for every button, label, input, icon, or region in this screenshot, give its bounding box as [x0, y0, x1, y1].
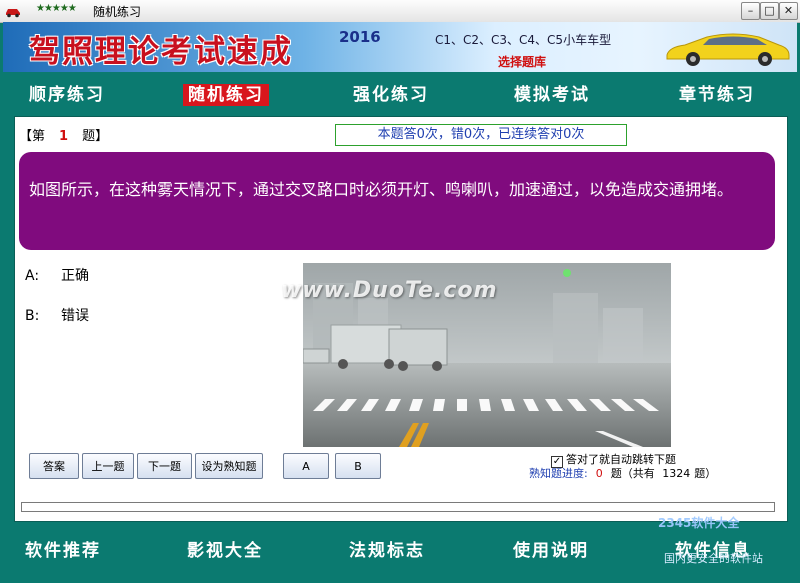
nav-user-guide[interactable]: 使用说明 — [513, 536, 589, 561]
prev-question-button[interactable]: 上一题 — [82, 453, 134, 479]
app-banner: 驾照理论考试速成 2016 C1、C2、C3、C4、C5小车车型 选择题库 — [3, 22, 797, 72]
option-b-label: 错误 — [61, 308, 89, 324]
answer-a-button[interactable]: A — [283, 453, 329, 479]
car-app-icon — [6, 9, 20, 18]
answer-b-button[interactable]: B — [335, 453, 381, 479]
question-number-prefix: 【第 — [19, 129, 46, 144]
corner-subtitle: 国内更安全的软件站 — [664, 552, 763, 565]
question-number-suffix: 题】 — [82, 129, 109, 144]
main-nav: 顺序练习 随机练习 强化练习 模拟考试 章节练习 — [3, 74, 797, 114]
answer-stats: 本题答0次，错0次，已连续答对0次 — [335, 124, 627, 146]
nav-software-recommend[interactable]: 软件推荐 — [25, 536, 101, 561]
banner-title: 驾照理论考试速成 — [29, 34, 293, 70]
maximize-button[interactable]: □ — [760, 2, 779, 20]
question-number-value: 1 — [59, 129, 69, 144]
nav-chapter-practice[interactable]: 章节练习 — [679, 84, 755, 106]
option-a-key: A: — [25, 268, 40, 284]
nav-intensive-practice[interactable]: 强化练习 — [353, 84, 429, 106]
nav-random-practice[interactable]: 随机练习 — [183, 84, 269, 106]
window-title: 随机练习 — [93, 5, 142, 19]
next-question-button[interactable]: 下一题 — [137, 453, 192, 479]
option-b-key: B: — [25, 308, 40, 324]
select-bank-link[interactable]: 选择题库 — [498, 53, 546, 70]
progress-unit: 题（共有 — [610, 467, 655, 480]
license-types: C1、C2、C3、C4、C5小车车型 — [435, 33, 612, 47]
nav-sequential-practice[interactable]: 顺序练习 — [29, 84, 105, 106]
nav-mock-exam[interactable]: 模拟考试 — [514, 84, 590, 106]
rating-stars: ★★★★★ — [36, 3, 77, 14]
car-illustration — [666, 33, 790, 66]
site-watermark: www.DuoTe.com — [281, 278, 498, 303]
close-button[interactable]: ✕ — [779, 2, 798, 20]
progress-total-suffix: 题） — [694, 467, 717, 480]
corner-logo: 2345软件大全 — [658, 516, 740, 530]
progress-total: 1324 — [662, 467, 691, 480]
known-progress-text: 熟知题进度: 0 题（共有 1324 题） — [529, 465, 716, 481]
banner-year: 2016 — [339, 28, 381, 46]
option-a-label: 正确 — [61, 268, 89, 284]
progress-value: 0 — [595, 467, 603, 480]
nav-video-collection[interactable]: 影视大全 — [187, 536, 263, 561]
progress-bar — [21, 502, 775, 512]
show-answer-button[interactable]: 答案 — [29, 453, 79, 479]
progress-label: 熟知题进度: — [529, 467, 588, 480]
option-a[interactable]: A: 正确 — [25, 265, 89, 285]
mark-known-button[interactable]: 设为熟知题 — [195, 453, 263, 479]
question-text: 如图所示，在这种雾天情况下，通过交叉路口时必须开灯、鸣喇叭，加速通过，以免造成交… — [19, 152, 775, 250]
option-b[interactable]: B: 错误 — [25, 305, 89, 325]
nav-traffic-signs[interactable]: 法规标志 — [349, 536, 425, 561]
minimize-button[interactable]: – — [741, 2, 760, 20]
question-panel: 【第 1 题】 本题答0次，错0次，已连续答对0次 如图所示，在这种雾天情况下，通过… — [14, 116, 788, 522]
question-number: 【第 1 题】 — [19, 125, 108, 144]
window-title-bar: ★★★★★ 随机练习 – □ ✕ — [0, 0, 800, 23]
